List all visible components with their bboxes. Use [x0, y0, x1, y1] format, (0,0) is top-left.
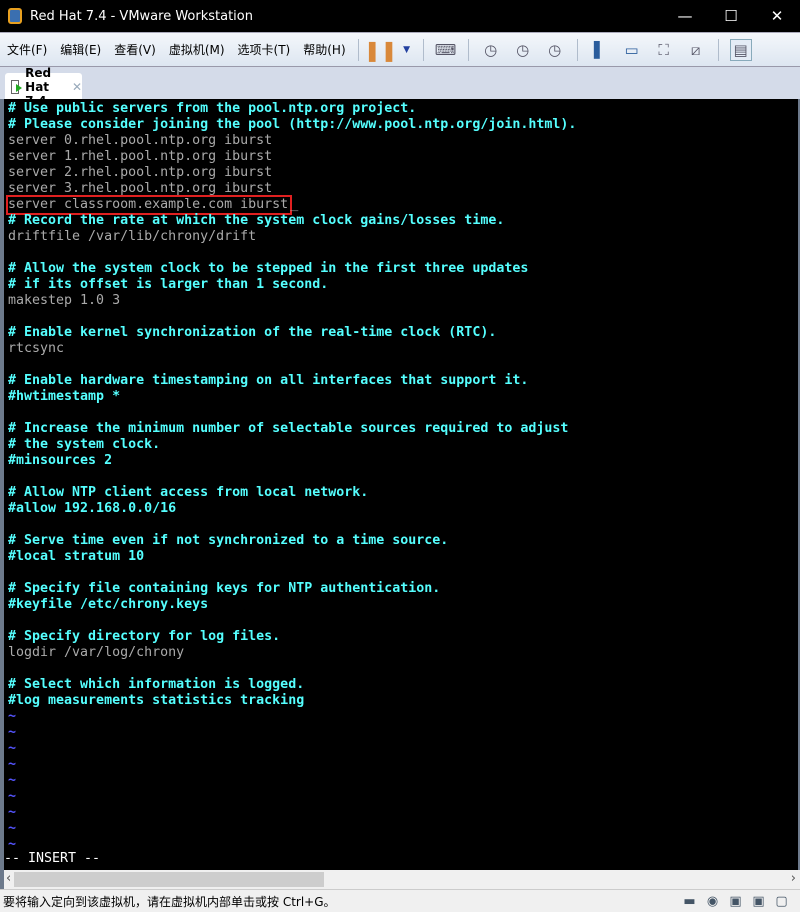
terminal-line: # Specify directory for log files.: [8, 629, 281, 644]
menu-file[interactable]: 文件(F): [0, 41, 53, 58]
vmware-logo-icon: [8, 8, 22, 24]
menu-view[interactable]: 查看(V): [107, 41, 162, 58]
terminal-line: #minsources 2: [8, 453, 113, 468]
empty-line-tilde: ~: [8, 789, 17, 804]
menu-tabs[interactable]: 选项卡(T): [231, 41, 297, 58]
tab-bar: Red Hat 7.4 ✕: [0, 66, 800, 108]
pause-icon[interactable]: ❚❚: [364, 38, 398, 62]
terminal-line: logdir /var/log/chrony: [8, 645, 185, 660]
menu-edit[interactable]: 编辑(E): [53, 41, 107, 58]
unity-icon[interactable]: ⧄: [685, 39, 707, 61]
terminal-line: server 2.rhel.pool.ntp.org iburst: [8, 165, 273, 180]
terminal-console[interactable]: # Use public servers from the pool.ntp.o…: [0, 99, 800, 870]
terminal-line: # Please consider joining the pool (http…: [8, 117, 577, 132]
status-message: 要将输入定向到该虚拟机，请在虚拟机内部单击或按 Ctrl+G。: [3, 894, 336, 909]
empty-line-tilde: ~: [8, 773, 17, 788]
terminal-line: # Increase the minimum number of selecta…: [8, 421, 569, 436]
terminal-line: # the system clock.: [8, 437, 161, 452]
terminal-line: server 0.rhel.pool.ntp.org iburst: [8, 133, 273, 148]
cd-icon[interactable]: ◉: [704, 893, 721, 910]
text-cursor: _: [290, 197, 299, 212]
terminal-line: # Serve time even if not synchronized to…: [8, 533, 449, 548]
snapshot-take-icon[interactable]: ◷: [480, 39, 502, 61]
toolbar: 文件(F) 编辑(E) 查看(V) 虚拟机(M) 选项卡(T) 帮助(H) ❚❚…: [0, 32, 800, 66]
network-icon-2[interactable]: ▣: [750, 893, 767, 910]
terminal-line: # Use public servers from the pool.ntp.o…: [8, 101, 417, 116]
terminal-line: #allow 192.168.0.0/16: [8, 501, 177, 516]
empty-line-tilde: ~: [8, 757, 17, 772]
terminal-line: # if its offset is larger than 1 second.: [8, 277, 329, 292]
separator: [467, 38, 469, 61]
terminal-line: rtcsync: [8, 341, 65, 356]
console-view-icon[interactable]: ▭: [621, 39, 643, 61]
separator: [576, 38, 578, 61]
snapshot-manager-icon[interactable]: ◷: [544, 39, 566, 61]
network-icon[interactable]: ▣: [727, 893, 744, 910]
terminal-line: # Allow NTP client access from local net…: [8, 485, 369, 500]
terminal-line: makestep 1.0 3: [8, 293, 121, 308]
terminal-line: #local stratum 10: [8, 549, 145, 564]
status-bar: 要将输入定向到该虚拟机，请在虚拟机内部单击或按 Ctrl+G。 ▬ ◉ ▣ ▣ …: [0, 889, 800, 912]
window-title: Red Hat 7.4 - VMware Workstation: [30, 8, 253, 24]
title-bar: Red Hat 7.4 - VMware Workstation — ☐ ✕: [0, 0, 800, 32]
terminal-line: #hwtimestamp *: [8, 389, 121, 404]
hard-disk-icon[interactable]: ▬: [681, 893, 698, 910]
highlighted-line: server classroom.example.com iburst: [5, 195, 293, 215]
maximize-button[interactable]: ☐: [708, 0, 754, 32]
send-ctrl-alt-del-icon[interactable]: ⌨: [435, 39, 457, 61]
fullscreen-icon[interactable]: ⛶: [653, 39, 675, 61]
menu-vm[interactable]: 虚拟机(M): [162, 41, 231, 58]
dropdown-icon[interactable]: ▼: [402, 39, 412, 61]
scroll-right-icon[interactable]: ›: [791, 871, 796, 886]
scroll-left-icon[interactable]: ‹: [6, 871, 11, 886]
terminal-line: # Record the rate at which the system cl…: [8, 213, 505, 228]
separator: [357, 38, 359, 61]
thumbnail-icon[interactable]: ▤: [729, 38, 752, 61]
sidebar-icon[interactable]: ▌: [589, 39, 611, 61]
empty-line-tilde: ~: [8, 821, 17, 836]
vim-mode-indicator: -- INSERT --: [4, 851, 101, 866]
terminal-line: # Enable hardware timestamping on all in…: [8, 373, 529, 388]
vm-icon: [11, 79, 23, 94]
message-icon[interactable]: ▢: [773, 893, 790, 910]
tab-red-hat[interactable]: Red Hat 7.4 ✕: [5, 66, 82, 108]
terminal-line: server 3.rhel.pool.ntp.org iburst: [8, 181, 273, 196]
empty-line-tilde: ~: [8, 709, 17, 724]
empty-line-tilde: ~: [8, 837, 17, 852]
empty-line-tilde: ~: [8, 805, 17, 820]
terminal-line: #log measurements statistics tracking: [8, 693, 305, 708]
tab-close-icon[interactable]: ✕: [72, 80, 82, 94]
menu-help[interactable]: 帮助(H): [296, 41, 351, 58]
horizontal-scrollbar[interactable]: ‹ ›: [0, 870, 800, 889]
terminal-line: # Select which information is logged.: [8, 677, 305, 692]
empty-line-tilde: ~: [8, 725, 17, 740]
terminal-line: #keyfile /etc/chrony.keys: [8, 597, 209, 612]
terminal-line: server 1.rhel.pool.ntp.org iburst: [8, 149, 273, 164]
terminal-line: # Specify file containing keys for NTP a…: [8, 581, 441, 596]
empty-line-tilde: ~: [8, 741, 17, 756]
snapshot-revert-icon[interactable]: ◷: [512, 39, 534, 61]
terminal-line: driftfile /var/lib/chrony/drift: [8, 229, 257, 244]
minimize-button[interactable]: —: [662, 0, 708, 32]
terminal-line: # Allow the system clock to be stepped i…: [8, 261, 529, 276]
close-button[interactable]: ✕: [754, 0, 800, 32]
scrollbar-thumb[interactable]: [14, 872, 324, 887]
separator: [717, 38, 719, 61]
terminal-line: server classroom.example.com iburst _: [5, 195, 798, 215]
separator: [422, 38, 424, 61]
terminal-line: # Enable kernel synchronization of the r…: [8, 325, 497, 340]
